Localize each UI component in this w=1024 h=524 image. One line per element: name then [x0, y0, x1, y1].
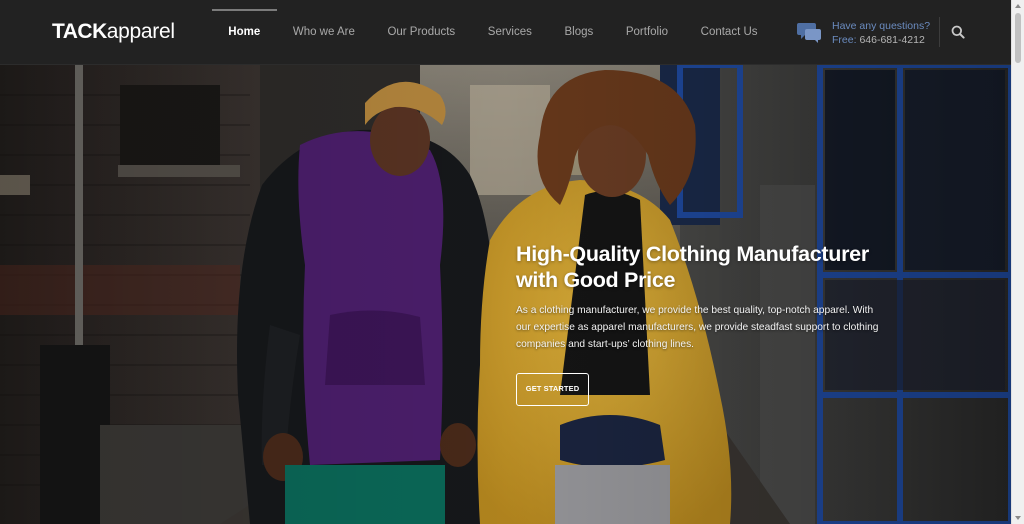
- logo-text-bold: TACK: [52, 20, 107, 43]
- chat-bubbles-icon: [797, 23, 821, 43]
- phone-prefix: Free:: [832, 34, 857, 46]
- phone-number[interactable]: 646-681-4212: [859, 34, 924, 46]
- hero-content: High-Quality Clothing Manufacturer with …: [516, 241, 896, 406]
- scroll-down-arrow-icon[interactable]: [1015, 516, 1021, 520]
- nav-item-home[interactable]: Home: [212, 0, 277, 64]
- scrollbar-thumb[interactable]: [1015, 13, 1021, 63]
- header-divider: [939, 17, 940, 47]
- nav-item-portfolio[interactable]: Portfolio: [610, 0, 685, 64]
- hero-title: High-Quality Clothing Manufacturer with …: [516, 242, 869, 292]
- nav-item-contact-us[interactable]: Contact Us: [684, 0, 773, 64]
- hero-description: As a clothing manufacturer, we provide t…: [516, 305, 879, 350]
- page-scrollbar[interactable]: [1011, 0, 1024, 524]
- brand-logo[interactable]: TACKapparel: [52, 19, 175, 45]
- get-started-button[interactable]: GET STARTED: [516, 373, 589, 406]
- search-icon[interactable]: [951, 25, 965, 39]
- hero-banner: High-Quality Clothing Manufacturer with …: [0, 65, 1011, 524]
- main-nav: Home Who we Are Our Products Services Bl…: [212, 0, 774, 64]
- nav-item-who-we-are[interactable]: Who we Are: [277, 0, 372, 64]
- contact-phone-row: Free: 646-681-4212: [832, 33, 930, 47]
- nav-item-blogs[interactable]: Blogs: [548, 0, 609, 64]
- nav-item-our-products[interactable]: Our Products: [371, 0, 471, 64]
- contact-info: Have any questions? Free: 646-681-4212: [796, 17, 930, 49]
- nav-item-services[interactable]: Services: [471, 0, 548, 64]
- contact-question: Have any questions?: [832, 20, 931, 32]
- scroll-up-arrow-icon[interactable]: [1015, 4, 1021, 8]
- logo-text-light: apparel: [106, 20, 175, 43]
- site-header: TACKapparel Home Who we Are Our Products…: [0, 0, 1011, 65]
